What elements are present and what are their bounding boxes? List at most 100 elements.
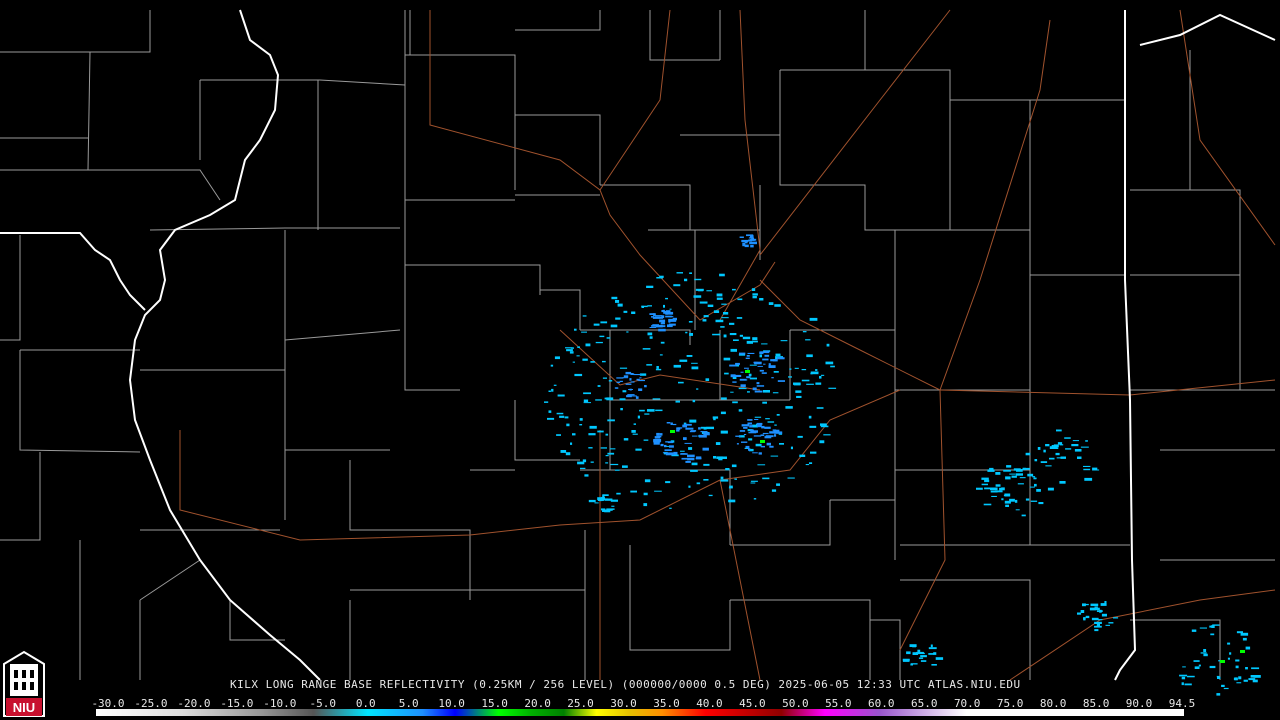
radar-echo [1085,615,1090,619]
radar-echo [765,435,774,438]
radar-echo [793,384,801,386]
radar-echo [749,241,757,245]
radar-echo [663,304,665,308]
radar-echo [739,352,746,355]
radar-echo [639,377,642,379]
radar-echo [600,447,607,449]
radar-echo [976,487,983,490]
radar-echo [745,357,750,359]
radar-echo [690,469,698,472]
radar-echo [602,360,606,363]
radar-echo [723,312,729,315]
radar-echo [625,383,632,385]
logo-text: NIU [13,700,35,715]
radar-echo [768,363,771,366]
radar-echo [779,443,784,445]
radar-echo [764,426,771,429]
radar-echo [1077,456,1082,459]
radar-echo [723,334,727,338]
radar-echo [584,474,589,477]
radar-echo [679,359,688,362]
radar-echo [790,446,793,450]
radar-echo [580,467,586,469]
radar-echo [754,416,762,418]
radar-echo [777,357,785,360]
radar-echo [1216,693,1221,696]
radar-echo [1025,452,1031,456]
radar-echo [1074,449,1082,452]
radar-echo [718,457,723,461]
radar-echo [772,392,779,394]
radar-echo [632,433,638,435]
radar-echo [1223,687,1229,690]
radar-echo [746,340,753,344]
radar-echo [761,343,768,345]
radar-echo [748,438,753,441]
radar-echo [736,443,739,445]
radar-echo [1023,467,1030,470]
radar-echo [676,272,683,274]
radar-echo [582,315,587,317]
radar-echo [635,396,639,399]
radar-echo [696,482,701,485]
radar-echo [1210,633,1215,636]
radar-echo [1065,448,1072,450]
radar-echo [984,479,990,483]
radar-echo [1113,617,1119,619]
radar-echo [616,377,624,379]
radar-echo [1091,617,1099,621]
radar-echo [684,442,692,444]
radar-echo [1006,465,1012,468]
radar-echo [756,385,765,387]
radar-echo [1094,625,1102,628]
radar-echo [690,430,697,432]
radar-echo [746,376,751,379]
radar-echo [983,503,992,506]
radar-echo [1251,667,1260,670]
radar-echo [780,340,788,342]
radar-echo [616,492,621,495]
radar-echo [633,423,636,425]
radar-echo [1105,624,1110,626]
radar-echo [1191,629,1197,632]
radar-echo [746,355,750,357]
radar-echo [1003,494,1007,496]
radar-echo [1045,444,1050,447]
radar-echo [747,419,753,421]
radar-echo [756,424,762,428]
radar-echo [623,375,629,378]
radar-echo-heavy [670,430,675,433]
radar-echo [676,429,680,432]
radar-echo [656,277,663,279]
radar-echo [752,337,758,341]
radar-echo [565,452,571,456]
radar-echo [1033,477,1037,479]
radar-echo [608,380,613,382]
radar-echo [638,388,643,391]
radar-echo [761,372,767,374]
radar-echo [565,347,573,349]
radar-echo [622,390,627,393]
radar-echo [652,316,660,319]
radar-echo [582,358,588,361]
radar-echo [673,284,681,287]
radar-echo [724,372,729,375]
radar-echo [713,417,716,421]
radar-echo [599,335,605,338]
radar-echo [654,315,663,317]
radar-echo [744,240,748,244]
radar-echo [611,505,615,507]
radar-echo [631,430,636,433]
radar-echo [787,477,795,479]
radar-echo [774,434,777,437]
radar-echo [752,387,757,391]
radar-echo [691,366,699,370]
radar-echo [918,657,924,659]
radar-echo [720,430,728,434]
radar-echo [585,343,591,347]
radar-echo [990,490,998,493]
radar-echo [820,374,825,376]
radar-echo [702,319,707,322]
radar-echo [706,426,714,430]
radar-echo [572,361,575,363]
